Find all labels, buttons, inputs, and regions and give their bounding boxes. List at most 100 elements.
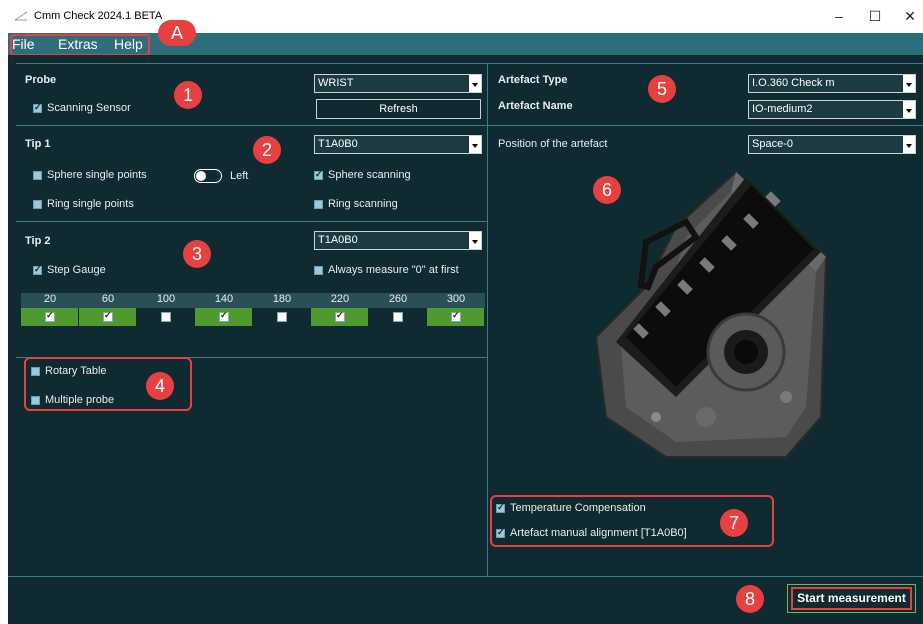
chevron-down-icon bbox=[903, 75, 915, 92]
gauge-cell: 180 bbox=[253, 291, 311, 326]
temp-comp-checkbox[interactable] bbox=[496, 502, 505, 513]
gauge-checkbox[interactable] bbox=[219, 310, 229, 322]
tip1-select[interactable]: T1A0B0 bbox=[314, 135, 482, 154]
badge-5: 5 bbox=[648, 75, 676, 103]
refresh-button[interactable]: Refresh bbox=[316, 99, 481, 119]
divider-top-right bbox=[488, 63, 923, 64]
multiple-probe-label: Multiple probe bbox=[45, 394, 115, 406]
main-panel: Probe WRIST Scanning Sensor Refresh 1 Ti… bbox=[8, 55, 923, 624]
gauge-value-label: 20 bbox=[21, 293, 79, 308]
gauge-cell: 100 bbox=[137, 291, 195, 326]
gauge-cell: 140 bbox=[195, 291, 253, 326]
badge-a: A bbox=[158, 20, 196, 46]
chevron-down-icon bbox=[903, 136, 915, 153]
gauge-checkbox[interactable] bbox=[393, 312, 403, 322]
always-zero-label: Always measure "0" at first bbox=[328, 264, 459, 276]
minimize-button[interactable]: – bbox=[824, 6, 854, 26]
gauge-box bbox=[195, 308, 253, 326]
artefact-image bbox=[594, 170, 828, 458]
menu-highlight bbox=[10, 34, 150, 56]
gauge-checkbox[interactable] bbox=[103, 310, 113, 322]
badge-2: 2 bbox=[253, 136, 281, 164]
chevron-down-icon bbox=[469, 75, 481, 92]
left-toggle[interactable] bbox=[194, 169, 222, 183]
artefact-name-label: Artefact Name bbox=[498, 100, 573, 112]
gauge-box bbox=[79, 308, 137, 326]
close-button[interactable]: ✕ bbox=[895, 6, 923, 26]
rotary-table-checkbox[interactable] bbox=[31, 367, 40, 376]
badge-4: 4 bbox=[146, 372, 174, 400]
gauge-checkbox[interactable] bbox=[335, 310, 345, 322]
divider-tip1 bbox=[16, 221, 488, 222]
sphere-single-label: Sphere single points bbox=[47, 169, 147, 181]
gauge-cell: 220 bbox=[311, 291, 369, 326]
manual-align-label: Artefact manual alignment [T1A0B0] bbox=[510, 527, 687, 539]
rotary-table-label: Rotary Table bbox=[45, 365, 107, 377]
manual-align-checkbox[interactable] bbox=[496, 527, 505, 538]
always-zero-checkbox[interactable] bbox=[314, 266, 323, 275]
step-gauge-label: Step Gauge bbox=[47, 264, 106, 276]
toggle-label: Left bbox=[230, 170, 249, 182]
gauge-value-label: 140 bbox=[195, 293, 253, 308]
multiple-probe-checkbox[interactable] bbox=[31, 396, 40, 405]
probe-title: Probe bbox=[25, 74, 57, 86]
gauge-checkbox[interactable] bbox=[161, 312, 171, 322]
ring-single-checkbox[interactable] bbox=[33, 200, 42, 209]
gauge-checkbox[interactable] bbox=[277, 312, 287, 322]
window-title: Cmm Check 2024.1 BETA bbox=[34, 10, 163, 22]
step-gauge-grid: 2060100140180220260300 bbox=[21, 291, 485, 326]
badge-7: 7 bbox=[720, 509, 748, 537]
gauge-cell: 300 bbox=[427, 291, 485, 326]
gauge-checkbox[interactable] bbox=[451, 310, 461, 322]
sphere-scanning-label: Sphere scanning bbox=[328, 169, 411, 181]
sphere-single-checkbox[interactable] bbox=[33, 171, 42, 180]
probe-select-value: WRIST bbox=[318, 77, 354, 89]
probe-select[interactable]: WRIST bbox=[314, 74, 482, 93]
chevron-down-icon bbox=[469, 232, 481, 249]
position-label: Position of the artefact bbox=[498, 138, 608, 150]
tip2-select-value: T1A0B0 bbox=[318, 234, 358, 246]
artefact-type-select[interactable]: I.O.360 Check m bbox=[748, 74, 916, 93]
gauge-value-label: 260 bbox=[369, 293, 427, 308]
artefact-name-value: IO-medium2 bbox=[752, 103, 813, 115]
title-bar: Cmm Check 2024.1 BETA – ☐ ✕ bbox=[0, 0, 923, 33]
chevron-down-icon bbox=[469, 136, 481, 153]
gauge-box bbox=[137, 308, 195, 326]
sphere-scanning-checkbox[interactable] bbox=[314, 169, 323, 180]
app-icon bbox=[14, 11, 28, 21]
tip2-title: Tip 2 bbox=[25, 235, 51, 247]
gauge-box bbox=[369, 308, 427, 326]
scanning-sensor-checkbox[interactable] bbox=[33, 102, 42, 113]
start-measurement-button[interactable]: Start measurement bbox=[791, 587, 912, 610]
tip1-select-value: T1A0B0 bbox=[318, 138, 358, 150]
gauge-checkbox[interactable] bbox=[45, 310, 55, 322]
gauge-box bbox=[311, 308, 369, 326]
gauge-cell: 60 bbox=[79, 291, 137, 326]
maximize-button[interactable]: ☐ bbox=[860, 6, 890, 26]
artefact-type-value: I.O.360 Check m bbox=[752, 77, 835, 89]
gauge-cell: 260 bbox=[369, 291, 427, 326]
divider-top-left bbox=[16, 63, 488, 64]
divider-bottom bbox=[8, 576, 923, 577]
artefact-type-label: Artefact Type bbox=[498, 74, 568, 86]
divider-probe bbox=[16, 125, 488, 126]
gauge-value-label: 60 bbox=[79, 293, 137, 308]
position-select[interactable]: Space-0 bbox=[748, 135, 916, 154]
gauge-value-label: 300 bbox=[427, 293, 485, 308]
tip1-title: Tip 1 bbox=[25, 138, 51, 150]
toggle-knob bbox=[196, 171, 206, 181]
tip2-select[interactable]: T1A0B0 bbox=[314, 231, 482, 250]
position-value: Space-0 bbox=[752, 138, 793, 150]
ring-scanning-label: Ring scanning bbox=[328, 198, 398, 210]
artefact-name-select[interactable]: IO-medium2 bbox=[748, 100, 916, 119]
gauge-value-label: 100 bbox=[137, 293, 195, 308]
gauge-value-label: 220 bbox=[311, 293, 369, 308]
gauge-cell: 20 bbox=[21, 291, 79, 326]
divider-artefact bbox=[488, 125, 923, 126]
gauge-box bbox=[21, 308, 79, 326]
badge-1: 1 bbox=[174, 81, 202, 109]
ring-scanning-checkbox[interactable] bbox=[314, 200, 323, 209]
gauge-value-label: 180 bbox=[253, 293, 311, 308]
step-gauge-checkbox[interactable] bbox=[33, 264, 42, 275]
scanning-sensor-label: Scanning Sensor bbox=[47, 102, 131, 114]
